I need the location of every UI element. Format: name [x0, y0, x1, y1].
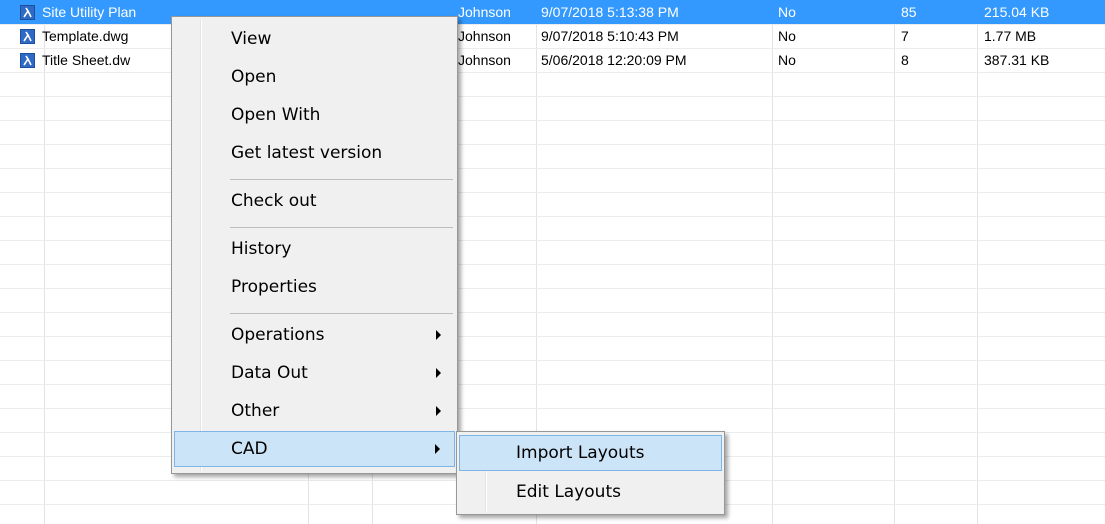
- menu-separator: [230, 313, 453, 314]
- menu-separator: [230, 227, 453, 228]
- menu-item-label: Data Out: [231, 363, 308, 383]
- menu-item-properties[interactable]: Properties: [174, 269, 455, 305]
- modified-cell: 5/06/2018 12:20:09 PM: [541, 52, 687, 68]
- menu-item-label: Operations: [231, 325, 325, 345]
- row-divider: [0, 144, 1105, 145]
- row-divider: [0, 336, 1105, 337]
- menu-item-label: CAD: [231, 439, 268, 459]
- checked-out-cell: No: [778, 28, 796, 44]
- menu-item-label: History: [231, 239, 292, 259]
- menu-item-label: Edit Layouts: [516, 482, 621, 502]
- menu-item-cad[interactable]: CAD: [174, 431, 455, 467]
- menu-item-label: Check out: [231, 191, 317, 211]
- menu-item-get-latest-version[interactable]: Get latest version: [174, 135, 455, 171]
- size-cell: 215.04 KB: [984, 4, 1050, 20]
- version-cell: 85: [901, 4, 917, 20]
- menu-item-view[interactable]: View: [174, 21, 455, 57]
- row-divider: [0, 192, 1105, 193]
- modified-cell: 9/07/2018 5:13:38 PM: [541, 4, 679, 20]
- menu-item-label: Open With: [231, 105, 321, 125]
- author-cell: Johnson: [458, 52, 511, 68]
- table-row[interactable]: Site Utility Plan Johnson 9/07/2018 5:13…: [0, 0, 1105, 24]
- menu-item-data-out[interactable]: Data Out: [174, 355, 455, 391]
- version-cell: 8: [901, 52, 909, 68]
- menu-item-label: Other: [231, 401, 280, 421]
- column-divider: [894, 0, 895, 524]
- checked-out-cell: No: [778, 4, 796, 20]
- menu-item-operations[interactable]: Operations: [174, 317, 455, 353]
- checked-out-cell: No: [778, 52, 796, 68]
- row-divider: [0, 240, 1105, 241]
- version-cell: 7: [901, 28, 909, 44]
- column-divider: [977, 0, 978, 524]
- menu-item-history[interactable]: History: [174, 231, 455, 267]
- column-divider: [44, 0, 45, 524]
- row-divider: [0, 408, 1105, 409]
- row-divider: [0, 288, 1105, 289]
- author-cell: Johnson: [458, 28, 511, 44]
- table-row[interactable]: Title Sheet.dw Johnson 5/06/2018 12:20:0…: [0, 48, 1105, 72]
- menu-item-label: Open: [231, 67, 277, 87]
- row-divider: [0, 312, 1105, 313]
- menu-item-edit-layouts[interactable]: Edit Layouts: [459, 474, 722, 510]
- row-divider: [0, 216, 1105, 217]
- menu-item-check-out[interactable]: Check out: [174, 183, 455, 219]
- menu-item-label: Import Layouts: [516, 443, 645, 463]
- table-row[interactable]: Template.dwg Johnson 9/07/2018 5:10:43 P…: [0, 24, 1105, 48]
- row-divider: [0, 168, 1105, 169]
- size-cell: 1.77 MB: [984, 28, 1037, 44]
- menu-item-other[interactable]: Other: [174, 393, 455, 429]
- submenu-arrow-icon: [436, 368, 441, 378]
- row-divider: [0, 360, 1105, 361]
- row-divider: [0, 384, 1105, 385]
- row-divider: [0, 264, 1105, 265]
- context-menu: View Open Open With Get latest version C…: [171, 16, 458, 474]
- menu-item-label: Properties: [231, 277, 317, 297]
- submenu-arrow-icon: [436, 406, 441, 416]
- size-cell: 387.31 KB: [984, 52, 1050, 68]
- menu-item-label: View: [231, 29, 272, 49]
- menu-item-label: Get latest version: [231, 143, 383, 163]
- submenu-arrow-icon: [435, 444, 440, 454]
- row-divider: [0, 72, 1105, 73]
- cad-submenu: Import Layouts Edit Layouts: [456, 431, 725, 515]
- author-cell: Johnson: [458, 4, 511, 20]
- dwg-file-icon: [20, 53, 35, 68]
- menu-item-open-with[interactable]: Open With: [174, 97, 455, 133]
- column-divider: [772, 0, 773, 524]
- menu-item-open[interactable]: Open: [174, 59, 455, 95]
- dwg-file-icon: [20, 29, 35, 44]
- row-divider: [0, 96, 1105, 97]
- modified-cell: 9/07/2018 5:10:43 PM: [541, 28, 679, 44]
- row-divider: [0, 120, 1105, 121]
- menu-item-import-layouts[interactable]: Import Layouts: [459, 435, 722, 471]
- dwg-file-icon: [20, 5, 35, 20]
- menu-separator: [230, 179, 453, 180]
- submenu-arrow-icon: [436, 330, 441, 340]
